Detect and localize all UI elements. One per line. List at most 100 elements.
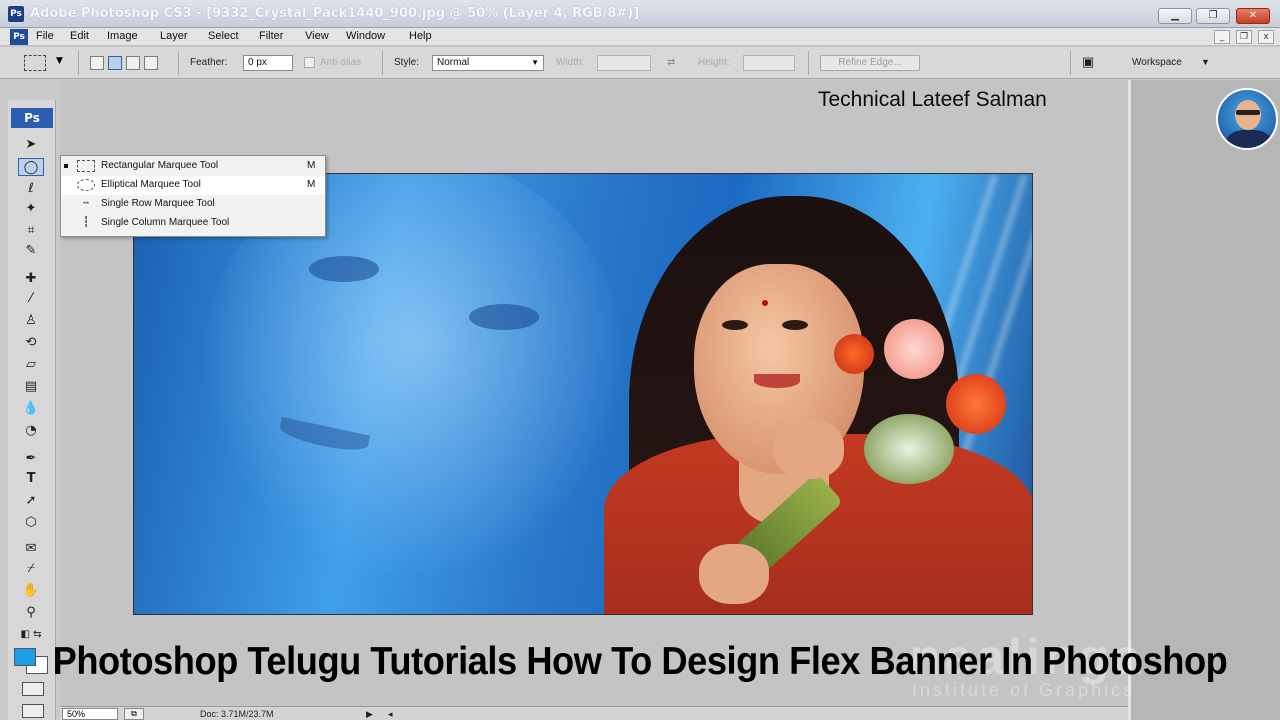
refine-edge-button[interactable]: Refine Edge... (820, 55, 920, 71)
ellipse-marquee-icon (77, 179, 95, 191)
portrait-eye (782, 320, 808, 330)
zoom-tool-icon[interactable]: ⚲ (18, 604, 44, 622)
slice-tool-icon[interactable]: ✎ (18, 242, 44, 260)
flyout-item-label: Single Row Marquee Tool (101, 198, 215, 209)
document-info: Doc: 3.71M/23.7M (200, 709, 274, 719)
foreground-color-swatch[interactable] (14, 648, 36, 666)
single-row-icon: ┅ (82, 198, 90, 209)
magic-wand-tool-icon[interactable]: ✦ (18, 200, 44, 218)
add-selection-icon[interactable] (108, 56, 122, 70)
hand-tool-icon[interactable]: ✋ (18, 582, 44, 600)
eyedropper-tool-icon[interactable]: ⌿ (18, 560, 44, 578)
new-selection-icon[interactable] (90, 56, 104, 70)
doc-minimize-button[interactable]: _ (1214, 30, 1230, 44)
flyout-item-single-row-marquee[interactable]: ┅ Single Row Marquee Tool (61, 195, 325, 214)
pen-tool-icon[interactable]: ✒ (18, 450, 44, 468)
chevron-down-icon[interactable]: ▼ (56, 56, 63, 66)
camera-icon[interactable]: ▣ (1082, 54, 1094, 70)
lasso-tool-icon[interactable]: ℓ (18, 180, 44, 198)
flower-orange (834, 334, 874, 374)
menu-file[interactable]: File (36, 30, 54, 42)
history-brush-tool-icon[interactable]: ⟲ (18, 334, 44, 352)
portrait-eye (722, 320, 748, 330)
feather-input[interactable]: 0 px (243, 55, 293, 71)
quick-mask-icon[interactable] (22, 682, 44, 696)
flower-red (946, 374, 1006, 434)
portrait-bindi (762, 300, 768, 306)
zoom-level-field[interactable]: 50% (62, 708, 118, 720)
separator (382, 51, 383, 75)
background-face-eye (309, 256, 379, 282)
style-label: Style: (394, 57, 420, 68)
background-face-eye (469, 304, 539, 330)
flyout-item-label: Elliptical Marquee Tool (101, 179, 201, 190)
healing-brush-tool-icon[interactable]: ✚ (18, 270, 44, 288)
menu-image[interactable]: Image (107, 30, 138, 42)
antialias-checkbox[interactable] (304, 57, 315, 68)
screen-mode-icon[interactable] (22, 704, 44, 718)
menu-help[interactable]: Help (409, 30, 432, 42)
flyout-item-shortcut: M (307, 179, 316, 190)
flyout-item-rectangular-marquee[interactable]: Rectangular Marquee Tool M (61, 157, 325, 176)
move-tool-icon[interactable]: ➤ (18, 136, 44, 154)
menu-view[interactable]: View (305, 30, 329, 42)
active-tool-bullet (64, 164, 68, 168)
rect-marquee-icon (77, 160, 95, 172)
height-input[interactable] (743, 55, 795, 71)
flyout-item-single-column-marquee[interactable]: ┇ Single Column Marquee Tool (61, 214, 325, 233)
brush-tool-icon[interactable]: ⁄ (18, 290, 44, 308)
blur-tool-icon[interactable]: 💧 (18, 400, 44, 418)
status-bar: 50% ⧉ Doc: 3.71M/23.7M ▶ ◂ (60, 706, 1128, 720)
style-select-value: Normal (437, 57, 470, 68)
document-icon[interactable]: Ps (10, 29, 28, 45)
status-arrow-icon[interactable]: ▶ (366, 709, 373, 720)
path-selection-tool-icon[interactable]: ➚ (18, 492, 44, 510)
panel-dock (1128, 80, 1280, 720)
height-label: Height: (698, 57, 730, 68)
flyout-item-elliptical-marquee[interactable]: Elliptical Marquee Tool M (61, 176, 325, 195)
toolbox: Ps ➤ ◯ ℓ ✦ ⌗ ✎ ✚ ⁄ ♙ ⟲ ▱ ▤ 💧 ◔ ✒ T ➚ ⬡ ✉… (8, 100, 56, 720)
portrait-hand (774, 419, 844, 479)
doc-close-button[interactable]: x (1258, 30, 1274, 44)
subtract-selection-icon[interactable] (126, 56, 140, 70)
doc-restore-button[interactable]: ❐ (1236, 30, 1252, 44)
separator (808, 51, 809, 75)
swap-icon[interactable]: ⇄ (667, 57, 675, 68)
menu-edit[interactable]: Edit (70, 30, 89, 42)
width-input[interactable] (597, 55, 651, 71)
menu-layer[interactable]: Layer (160, 30, 188, 42)
workspace-menu[interactable]: Workspace (1132, 57, 1182, 68)
clone-stamp-tool-icon[interactable]: ♙ (18, 312, 44, 330)
scroll-left-icon[interactable]: ◂ (388, 709, 393, 720)
elliptical-marquee-tool-icon[interactable]: ◯ (18, 158, 44, 176)
photoshop-app-icon: Ps (8, 6, 24, 22)
custom-shape-tool-icon[interactable]: ⬡ (18, 514, 44, 532)
crop-tool-icon[interactable]: ⌗ (18, 222, 44, 240)
separator (1070, 51, 1071, 75)
title-bar: Ps Adobe Photoshop CS3 - [9332_Crystal_P… (0, 0, 1280, 28)
width-label: Width: (556, 57, 585, 68)
close-button[interactable]: ✕ (1236, 8, 1270, 24)
gradient-tool-icon[interactable]: ▤ (18, 378, 44, 396)
eraser-tool-icon[interactable]: ▱ (18, 356, 44, 374)
type-tool-icon[interactable]: T (18, 470, 44, 488)
intersect-selection-icon[interactable] (144, 56, 158, 70)
menu-filter[interactable]: Filter (259, 30, 283, 42)
flyout-item-shortcut: M (307, 160, 316, 171)
flower-pink (884, 319, 944, 379)
menu-select[interactable]: Select (208, 30, 239, 42)
default-colors-icon[interactable]: ◧ ⇆ (18, 626, 44, 644)
chevron-down-icon[interactable]: ▼ (1201, 57, 1210, 67)
dodge-tool-icon[interactable]: ◔ (18, 422, 44, 440)
document-canvas[interactable] (133, 173, 1033, 615)
flyout-item-label: Single Column Marquee Tool (101, 217, 230, 228)
status-menu-icon[interactable]: ⧉ (124, 708, 144, 720)
notes-tool-icon[interactable]: ✉ (18, 540, 44, 558)
tool-preset-icon[interactable] (24, 55, 46, 71)
restore-button[interactable]: ❐ (1196, 8, 1230, 24)
menu-window[interactable]: Window (346, 30, 385, 42)
style-select[interactable]: Normal ▼ (432, 55, 544, 71)
avatar-body (1226, 130, 1272, 148)
chevron-down-icon: ▼ (531, 58, 539, 67)
minimize-button[interactable]: ▁ (1158, 8, 1192, 24)
